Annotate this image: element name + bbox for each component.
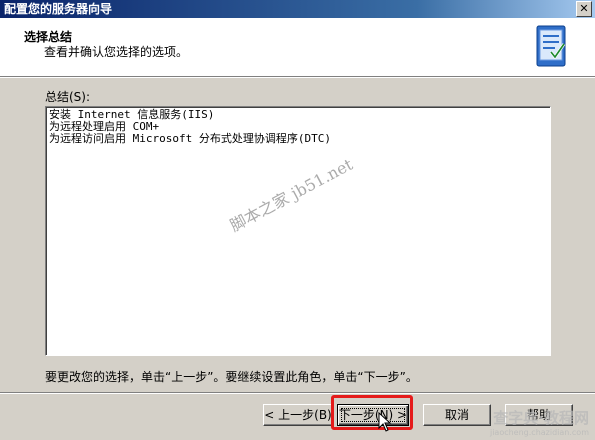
corner-watermark-main: 查字典·教程网 [493, 409, 589, 427]
wizard-header: 选择总结 查看并确认您选择的选项。 [0, 18, 595, 78]
mouse-pointer-icon [378, 412, 392, 432]
cancel-button[interactable]: 取消 [423, 404, 491, 426]
corner-watermark: 查字典·教程网 jiaocheng.chazidian.com [490, 407, 589, 437]
back-button[interactable]: < 上一步(B) [263, 404, 333, 426]
server-wizard-icon [536, 25, 566, 67]
instruction-text: 要更改您的选择，单击“上一步”。要继续设置此角色，单击“下一步”。 [45, 370, 418, 384]
page-subtitle: 查看并确认您选择的选项。 [44, 45, 189, 59]
summary-textbox[interactable]: 安装 Internet 信息服务(IIS) 为远程处理启用 COM+ 为远程访问… [45, 106, 551, 356]
close-icon: ✕ [579, 2, 589, 15]
corner-watermark-sub: jiaocheng.chazidian.com [489, 428, 589, 437]
close-button[interactable]: ✕ [576, 1, 592, 17]
title-bar[interactable]: 配置您的服务器向导 ✕ [0, 0, 595, 18]
highlight-annotation [331, 395, 413, 430]
summary-line: 为远程访问启用 Microsoft 分布式处理协调程序(DTC) [49, 132, 331, 145]
summary-label: 总结(S): [45, 90, 91, 104]
window-title: 配置您的服务器向导 [4, 2, 113, 16]
